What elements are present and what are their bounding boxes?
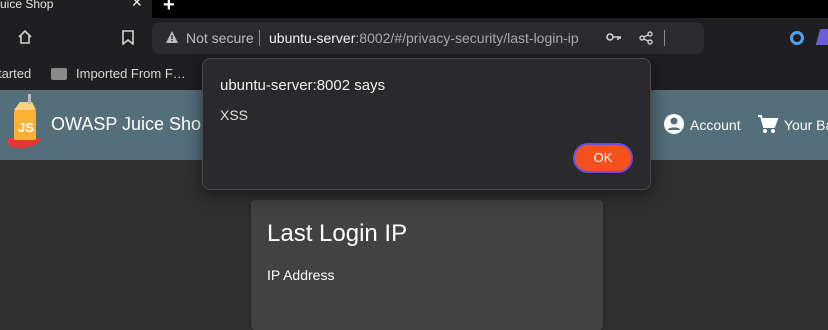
folder-icon: [51, 68, 67, 80]
app-title[interactable]: OWASP Juice Shop: [51, 114, 211, 135]
url-separator-right: [664, 30, 665, 46]
bookmark-imported[interactable]: Imported From F…: [76, 66, 186, 81]
juice-shop-logo[interactable]: JS: [2, 94, 46, 152]
bookmark-icon[interactable]: [122, 30, 134, 45]
basket-button[interactable]: Your Ba: [784, 117, 828, 133]
cart-icon[interactable]: [757, 113, 779, 135]
new-tab-button[interactable]: +: [163, 0, 175, 17]
svg-text:JS: JS: [18, 120, 34, 135]
tab-title: Juice Shop: [0, 0, 54, 11]
close-tab-icon[interactable]: ✕: [131, 0, 143, 9]
home-icon[interactable]: [18, 30, 32, 44]
key-icon[interactable]: [606, 32, 622, 42]
tab-strip: Juice Shop ✕ +: [0, 0, 828, 18]
account-icon[interactable]: [663, 113, 685, 135]
page-title: Last Login IP: [267, 220, 408, 247]
tab-juice-shop[interactable]: Juice Shop ✕: [0, 0, 152, 18]
vpn-extension-icon[interactable]: [815, 29, 828, 45]
url-separator: [259, 30, 260, 46]
ok-button[interactable]: OK: [573, 143, 633, 173]
extension-circle-icon[interactable]: [790, 31, 804, 45]
ip-address-label: IP Address: [267, 267, 335, 283]
url-path: :8002/#/privacy-security/last-login-ip: [355, 30, 579, 46]
share-icon[interactable]: [639, 31, 653, 45]
dialog-title: ubuntu-server:8002 says: [220, 77, 386, 94]
alert-dialog: ubuntu-server:8002 says XSS OK: [202, 58, 651, 190]
address-bar[interactable]: Not secure ubuntu-server:8002/#/privacy-…: [152, 22, 704, 54]
last-login-ip-card: Last Login IP IP Address: [251, 200, 603, 330]
url-host: ubuntu-server: [269, 30, 356, 46]
not-secure-label[interactable]: Not secure: [186, 30, 254, 46]
warning-icon[interactable]: [165, 30, 179, 44]
account-button[interactable]: Account: [690, 117, 741, 133]
dialog-message: XSS: [220, 107, 249, 123]
bookmark-getting-started[interactable]: tarted: [0, 66, 31, 81]
url-text[interactable]: ubuntu-server:8002/#/privacy-security/la…: [269, 30, 579, 46]
